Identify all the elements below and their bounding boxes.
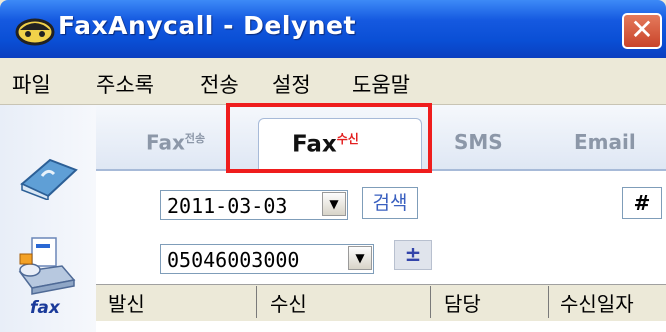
address-book-icon[interactable] — [16, 150, 80, 200]
fax-number-combo[interactable]: 05046003000 ▼ — [160, 244, 374, 274]
column-received-date[interactable]: 수신일자 — [560, 288, 634, 317]
menu-send[interactable]: 전송 — [200, 69, 239, 99]
menu-address-book[interactable]: 주소록 — [96, 69, 154, 99]
menu-settings[interactable]: 설정 — [272, 69, 311, 99]
close-button[interactable]: ✕ — [622, 13, 662, 49]
date-combo[interactable]: 2011-03-03 ▼ — [160, 190, 348, 220]
chevron-down-icon[interactable]: ▼ — [348, 246, 372, 270]
tab-fax-send[interactable]: Fax전송 — [146, 130, 205, 155]
fax-machine-icon[interactable] — [16, 236, 76, 298]
column-separator[interactable] — [256, 286, 257, 318]
column-manager[interactable]: 담당 — [444, 288, 481, 317]
highlight-box — [226, 103, 432, 173]
column-separator[interactable] — [548, 286, 549, 318]
date-value: 2011-03-03 — [167, 194, 288, 218]
hash-button[interactable]: # — [622, 187, 662, 219]
plus-minus-button[interactable]: ± — [394, 240, 432, 270]
menu-file[interactable]: 파일 — [12, 69, 51, 99]
search-button[interactable]: 검색 — [362, 187, 418, 219]
column-separator[interactable] — [430, 286, 431, 318]
tab-fax-send-label: Fax — [146, 130, 185, 155]
grid-body — [96, 321, 666, 332]
fax-number-value: 05046003000 — [167, 248, 300, 272]
menu-help[interactable]: 도움말 — [352, 69, 410, 99]
tab-email[interactable]: Email — [574, 130, 636, 154]
column-receiver[interactable]: 수신 — [270, 288, 307, 317]
app-icon — [15, 18, 55, 46]
column-sender[interactable]: 발신 — [108, 288, 145, 317]
fax-label: fax — [30, 298, 60, 318]
window-title: FaxAnycall - Delynet — [58, 11, 356, 40]
tab-sms[interactable]: SMS — [454, 130, 503, 154]
tab-fax-send-sup: 전송 — [184, 132, 206, 145]
chevron-down-icon[interactable]: ▼ — [322, 192, 346, 216]
